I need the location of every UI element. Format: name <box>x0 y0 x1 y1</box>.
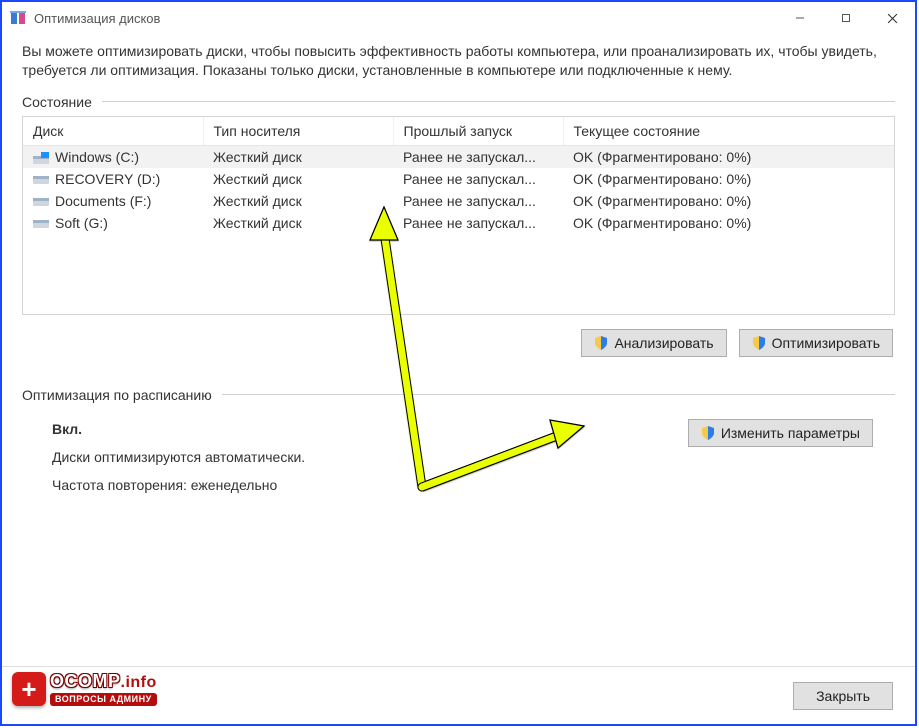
logo-name: OCOMP <box>50 671 121 691</box>
drive-name: Soft (G:) <box>55 215 108 231</box>
drive-media: Жесткий диск <box>203 190 393 212</box>
shield-icon <box>752 336 766 350</box>
drive-last-run: Ранее не запускал... <box>393 190 563 212</box>
close-dialog-button[interactable]: Закрыть <box>793 682 893 710</box>
change-settings-button[interactable]: Изменить параметры <box>688 419 873 447</box>
change-settings-label: Изменить параметры <box>721 425 860 441</box>
col-state[interactable]: Текущее состояние <box>563 117 894 146</box>
minimize-button[interactable] <box>777 2 823 34</box>
drives-table[interactable]: Диск Тип носителя Прошлый запуск Текущее… <box>22 116 895 315</box>
shield-icon <box>594 336 608 350</box>
table-row[interactable]: Windows (C:) Жесткий дискРанее не запуска… <box>23 145 894 168</box>
status-section-label: Состояние <box>22 94 92 110</box>
table-row[interactable]: RECOVERY (D:) Жесткий дискРанее не запуск… <box>23 168 894 190</box>
optimize-button[interactable]: Оптимизировать <box>739 329 893 357</box>
drive-media: Жесткий диск <box>203 212 393 234</box>
drive-last-run: Ранее не запускал... <box>393 168 563 190</box>
shield-icon <box>701 426 715 440</box>
schedule-line-2: Частота повторения: еженедельно <box>52 471 893 499</box>
drive-name: RECOVERY (D:) <box>55 171 160 187</box>
plus-icon: + <box>12 672 46 706</box>
drive-state: OK (Фрагментировано: 0%) <box>563 168 894 190</box>
drive-icon <box>33 195 49 207</box>
analyze-button[interactable]: Анализировать <box>581 329 726 357</box>
description-text: Вы можете оптимизировать диски, чтобы по… <box>22 42 895 80</box>
close-button[interactable] <box>869 2 915 34</box>
analyze-label: Анализировать <box>614 335 713 351</box>
drive-name: Windows (C:) <box>55 149 139 165</box>
schedule-section-label: Оптимизация по расписанию <box>22 387 212 403</box>
app-icon <box>10 10 26 26</box>
logo-sub: ВОПРОСЫ АДМИНУ <box>50 693 157 706</box>
table-row[interactable]: Documents (F:) Жесткий дискРанее не запус… <box>23 190 894 212</box>
drive-state: OK (Фрагментировано: 0%) <box>563 190 894 212</box>
col-last[interactable]: Прошлый запуск <box>393 117 563 146</box>
logo-suffix: .info <box>121 674 157 691</box>
drive-state: OK (Фрагментировано: 0%) <box>563 212 894 234</box>
drive-state: OK (Фрагментировано: 0%) <box>563 145 894 168</box>
drive-name: Documents (F:) <box>55 193 151 209</box>
drive-icon <box>33 151 49 163</box>
watermark-logo: + OCOMP.info ВОПРОСЫ АДМИНУ <box>12 672 157 706</box>
table-row[interactable]: Soft (G:) Жесткий дискРанее не запускал..… <box>23 212 894 234</box>
maximize-button[interactable] <box>823 2 869 34</box>
col-disk[interactable]: Диск <box>23 117 203 146</box>
window-title: Оптимизация дисков <box>34 11 160 26</box>
divider <box>102 101 895 102</box>
optimize-label: Оптимизировать <box>772 335 880 351</box>
drive-last-run: Ранее не запускал... <box>393 145 563 168</box>
drive-last-run: Ранее не запускал... <box>393 212 563 234</box>
drive-media: Жесткий диск <box>203 168 393 190</box>
col-media[interactable]: Тип носителя <box>203 117 393 146</box>
close-label: Закрыть <box>816 688 870 704</box>
drive-icon <box>33 217 49 229</box>
schedule-line-1: Диски оптимизируются автоматически. <box>52 443 893 471</box>
drive-icon <box>33 173 49 185</box>
divider <box>222 394 895 395</box>
drive-media: Жесткий диск <box>203 145 393 168</box>
